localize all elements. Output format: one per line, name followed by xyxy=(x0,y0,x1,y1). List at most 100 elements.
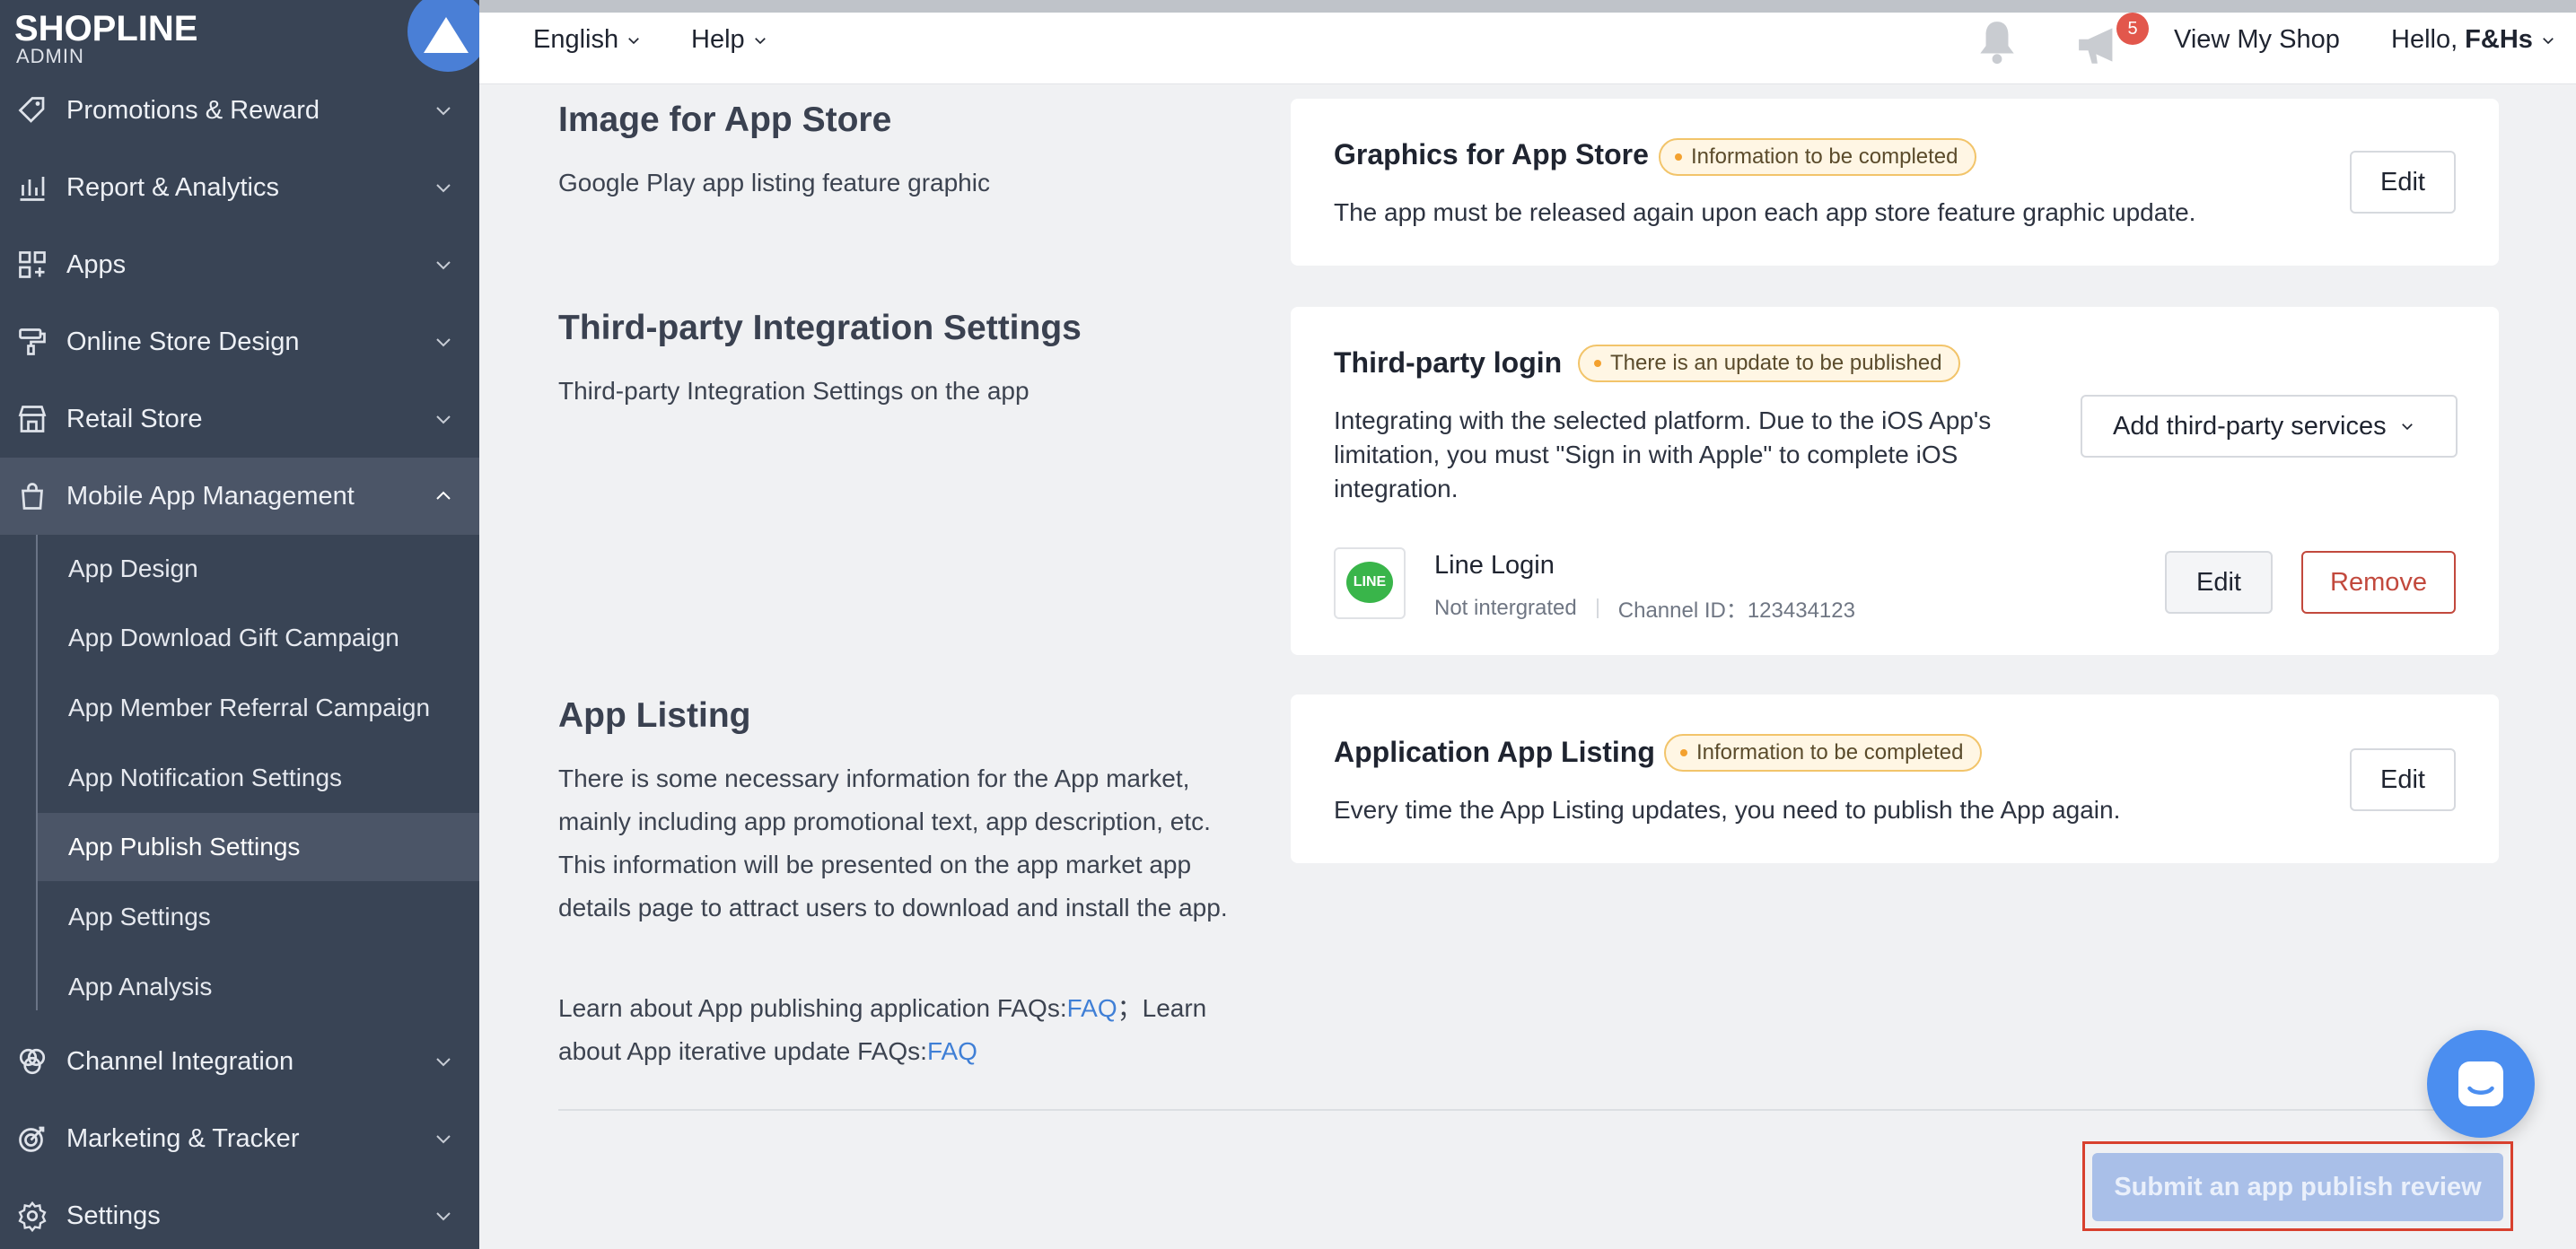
chevron-down-icon xyxy=(628,37,639,44)
notification-count-badge: 5 xyxy=(2116,13,2149,45)
status-dot xyxy=(1680,749,1687,756)
chevron-down-icon xyxy=(436,338,451,347)
help-label: Help xyxy=(691,25,745,54)
store-icon xyxy=(18,406,47,432)
graphics-card: Graphics for App Store Information to be… xyxy=(1291,99,2499,266)
sidebar-subitem-app-publish-settings[interactable]: App Publish Settings xyxy=(38,813,479,881)
graphics-edit-button[interactable]: Edit xyxy=(2350,151,2456,214)
sidebar-subitem-label: App Notification Settings xyxy=(68,764,343,791)
sidebar-item-online-store-design[interactable]: Online Store Design xyxy=(0,303,479,380)
line-logo: LINE xyxy=(1334,547,1406,619)
sidebar-subitem-label: App Settings xyxy=(68,903,211,930)
apps-grid-icon xyxy=(19,251,46,278)
chat-icon xyxy=(2458,1061,2503,1106)
app-listing-card: Application App Listing Information to b… xyxy=(1291,694,2499,863)
section-title-third-party: Third-party Integration Settings xyxy=(558,309,1082,347)
sidebar-subitem-label: App Design xyxy=(68,555,198,582)
sidebar-subitem-app-analysis[interactable]: App Analysis xyxy=(38,953,479,1021)
tag-icon xyxy=(18,97,45,123)
sidebar-item-label: Channel Integration xyxy=(66,1046,294,1076)
meta-divider xyxy=(1596,598,1599,618)
app-listing-card-text: Every time the App Listing updates, you … xyxy=(1334,796,2121,824)
provider-status: Not intergrated xyxy=(1434,595,1577,620)
provider-name: Line Login xyxy=(1434,551,1555,580)
brand-name: SHOPLINE xyxy=(14,9,198,48)
chevron-down-icon xyxy=(754,37,766,44)
faq-link-publishing[interactable]: FAQ xyxy=(1067,994,1117,1022)
add-third-party-services-dropdown[interactable]: Add third-party services xyxy=(2081,395,2458,458)
sidebar-item-promotions[interactable]: Promotions & Reward xyxy=(0,72,479,149)
graphics-card-title: Graphics for App Store xyxy=(1334,138,1649,170)
chevron-down-icon xyxy=(2543,37,2554,44)
user-menu[interactable]: Hello, F&Hs xyxy=(2391,25,2556,55)
line-login-remove-button[interactable]: Remove xyxy=(2301,551,2456,614)
chevron-down-icon xyxy=(2401,424,2413,431)
chat-support-button[interactable] xyxy=(2427,1030,2535,1138)
sidebar-item-mobile-app-management[interactable]: Mobile App Management xyxy=(0,458,479,535)
language-label: English xyxy=(533,25,619,54)
sidebar-item-apps[interactable]: Apps xyxy=(0,226,479,303)
language-dropdown[interactable]: English xyxy=(533,25,642,55)
channels-icon xyxy=(19,1048,46,1075)
paint-roller-icon xyxy=(19,328,46,355)
submit-app-publish-review-button[interactable]: Submit an app publish review xyxy=(2092,1153,2503,1221)
sidebar-subitem-app-member-referral[interactable]: App Member Referral Campaign xyxy=(38,674,479,742)
view-my-shop-link[interactable]: View My Shop xyxy=(2174,25,2340,55)
greeting-text: Hello, xyxy=(2391,25,2458,54)
app-listing-edit-button[interactable]: Edit xyxy=(2350,748,2456,811)
chevron-down-icon xyxy=(436,1212,451,1221)
brand-sub: ADMIN xyxy=(16,45,84,67)
channel-id: Channel ID：123434123 xyxy=(1617,598,1855,623)
brand-logo[interactable]: SHOPLINE ADMIN xyxy=(0,0,479,72)
third-party-login-card: Third-party login There is an update to … xyxy=(1291,307,2499,655)
status-dot xyxy=(1594,360,1601,367)
sidebar-item-report[interactable]: Report & Analytics xyxy=(0,149,479,226)
status-dot xyxy=(1675,153,1682,161)
sidebar-item-label: Settings xyxy=(66,1201,161,1230)
gear-icon xyxy=(18,1201,47,1232)
section-title-image-store: Image for App Store xyxy=(558,100,892,139)
target-icon xyxy=(19,1126,45,1152)
help-dropdown[interactable]: Help xyxy=(691,25,768,55)
sidebar-item-label: Report & Analytics xyxy=(66,172,279,202)
shopping-bag-icon xyxy=(22,483,43,510)
submit-highlight-frame: Submit an app publish review xyxy=(2082,1141,2513,1231)
sidebar-item-label: Marketing & Tracker xyxy=(66,1123,300,1153)
sidebar: SHOPLINE ADMIN Promotions & Reward Repor… xyxy=(0,0,479,1249)
content-divider xyxy=(558,1109,2499,1111)
sidebar-subitem-label: App Member Referral Campaign xyxy=(68,694,431,721)
status-badge: There is an update to be published xyxy=(1578,345,1960,382)
status-badge: Information to be completed xyxy=(1659,138,1976,176)
faq-paragraph: Learn about App publishing application F… xyxy=(558,987,1249,1073)
sidebar-item-label: Online Store Design xyxy=(66,327,300,356)
chevron-down-icon xyxy=(436,1058,451,1067)
sidebar-item-label: Apps xyxy=(66,249,127,279)
sidebar-item-retail-store[interactable]: Retail Store xyxy=(0,380,479,458)
section-title-app-listing: App Listing xyxy=(558,696,751,735)
faq-link-update[interactable]: FAQ xyxy=(927,1037,977,1065)
sidebar-subitem-app-settings[interactable]: App Settings xyxy=(38,883,479,951)
line-login-edit-button[interactable]: Edit xyxy=(2165,551,2273,614)
sidebar-item-label: Mobile App Management xyxy=(66,481,355,511)
sidebar-item-marketing-tracker[interactable]: Marketing & Tracker xyxy=(0,1100,479,1177)
bell-icon[interactable] xyxy=(1975,18,2020,66)
sidebar-item-label: Promotions & Reward xyxy=(66,95,320,125)
sidebar-subitem-label: App Publish Settings xyxy=(68,833,301,860)
chart-icon xyxy=(20,177,45,201)
graphics-card-text: The app must be released again upon each… xyxy=(1334,198,2196,226)
app-listing-card-title: Application App Listing xyxy=(1334,736,1655,768)
sidebar-subitem-label: App Download Gift Campaign xyxy=(68,624,399,651)
line-logo-icon: LINE xyxy=(1346,562,1393,603)
chevron-up-icon xyxy=(436,491,451,500)
sidebar-subitem-app-notification[interactable]: App Notification Settings xyxy=(38,744,479,812)
sidebar-item-channel-integration[interactable]: Channel Integration xyxy=(0,1023,479,1100)
sidebar-item-settings[interactable]: Settings xyxy=(0,1177,479,1249)
sidebar-subitem-app-design[interactable]: App Design xyxy=(38,535,479,603)
chevron-down-icon xyxy=(436,261,451,270)
sidebar-subitem-app-download-gift[interactable]: App Download Gift Campaign xyxy=(38,604,479,672)
faq-text-1: Learn about App publishing application F… xyxy=(558,994,1067,1022)
add-third-party-services-label: Add third-party services xyxy=(2113,411,2387,441)
top-bar: English Help 5 View My Shop Hello, F&Hs xyxy=(479,0,2576,84)
user-name: F&Hs xyxy=(2465,25,2533,54)
chevron-down-icon xyxy=(436,184,451,193)
